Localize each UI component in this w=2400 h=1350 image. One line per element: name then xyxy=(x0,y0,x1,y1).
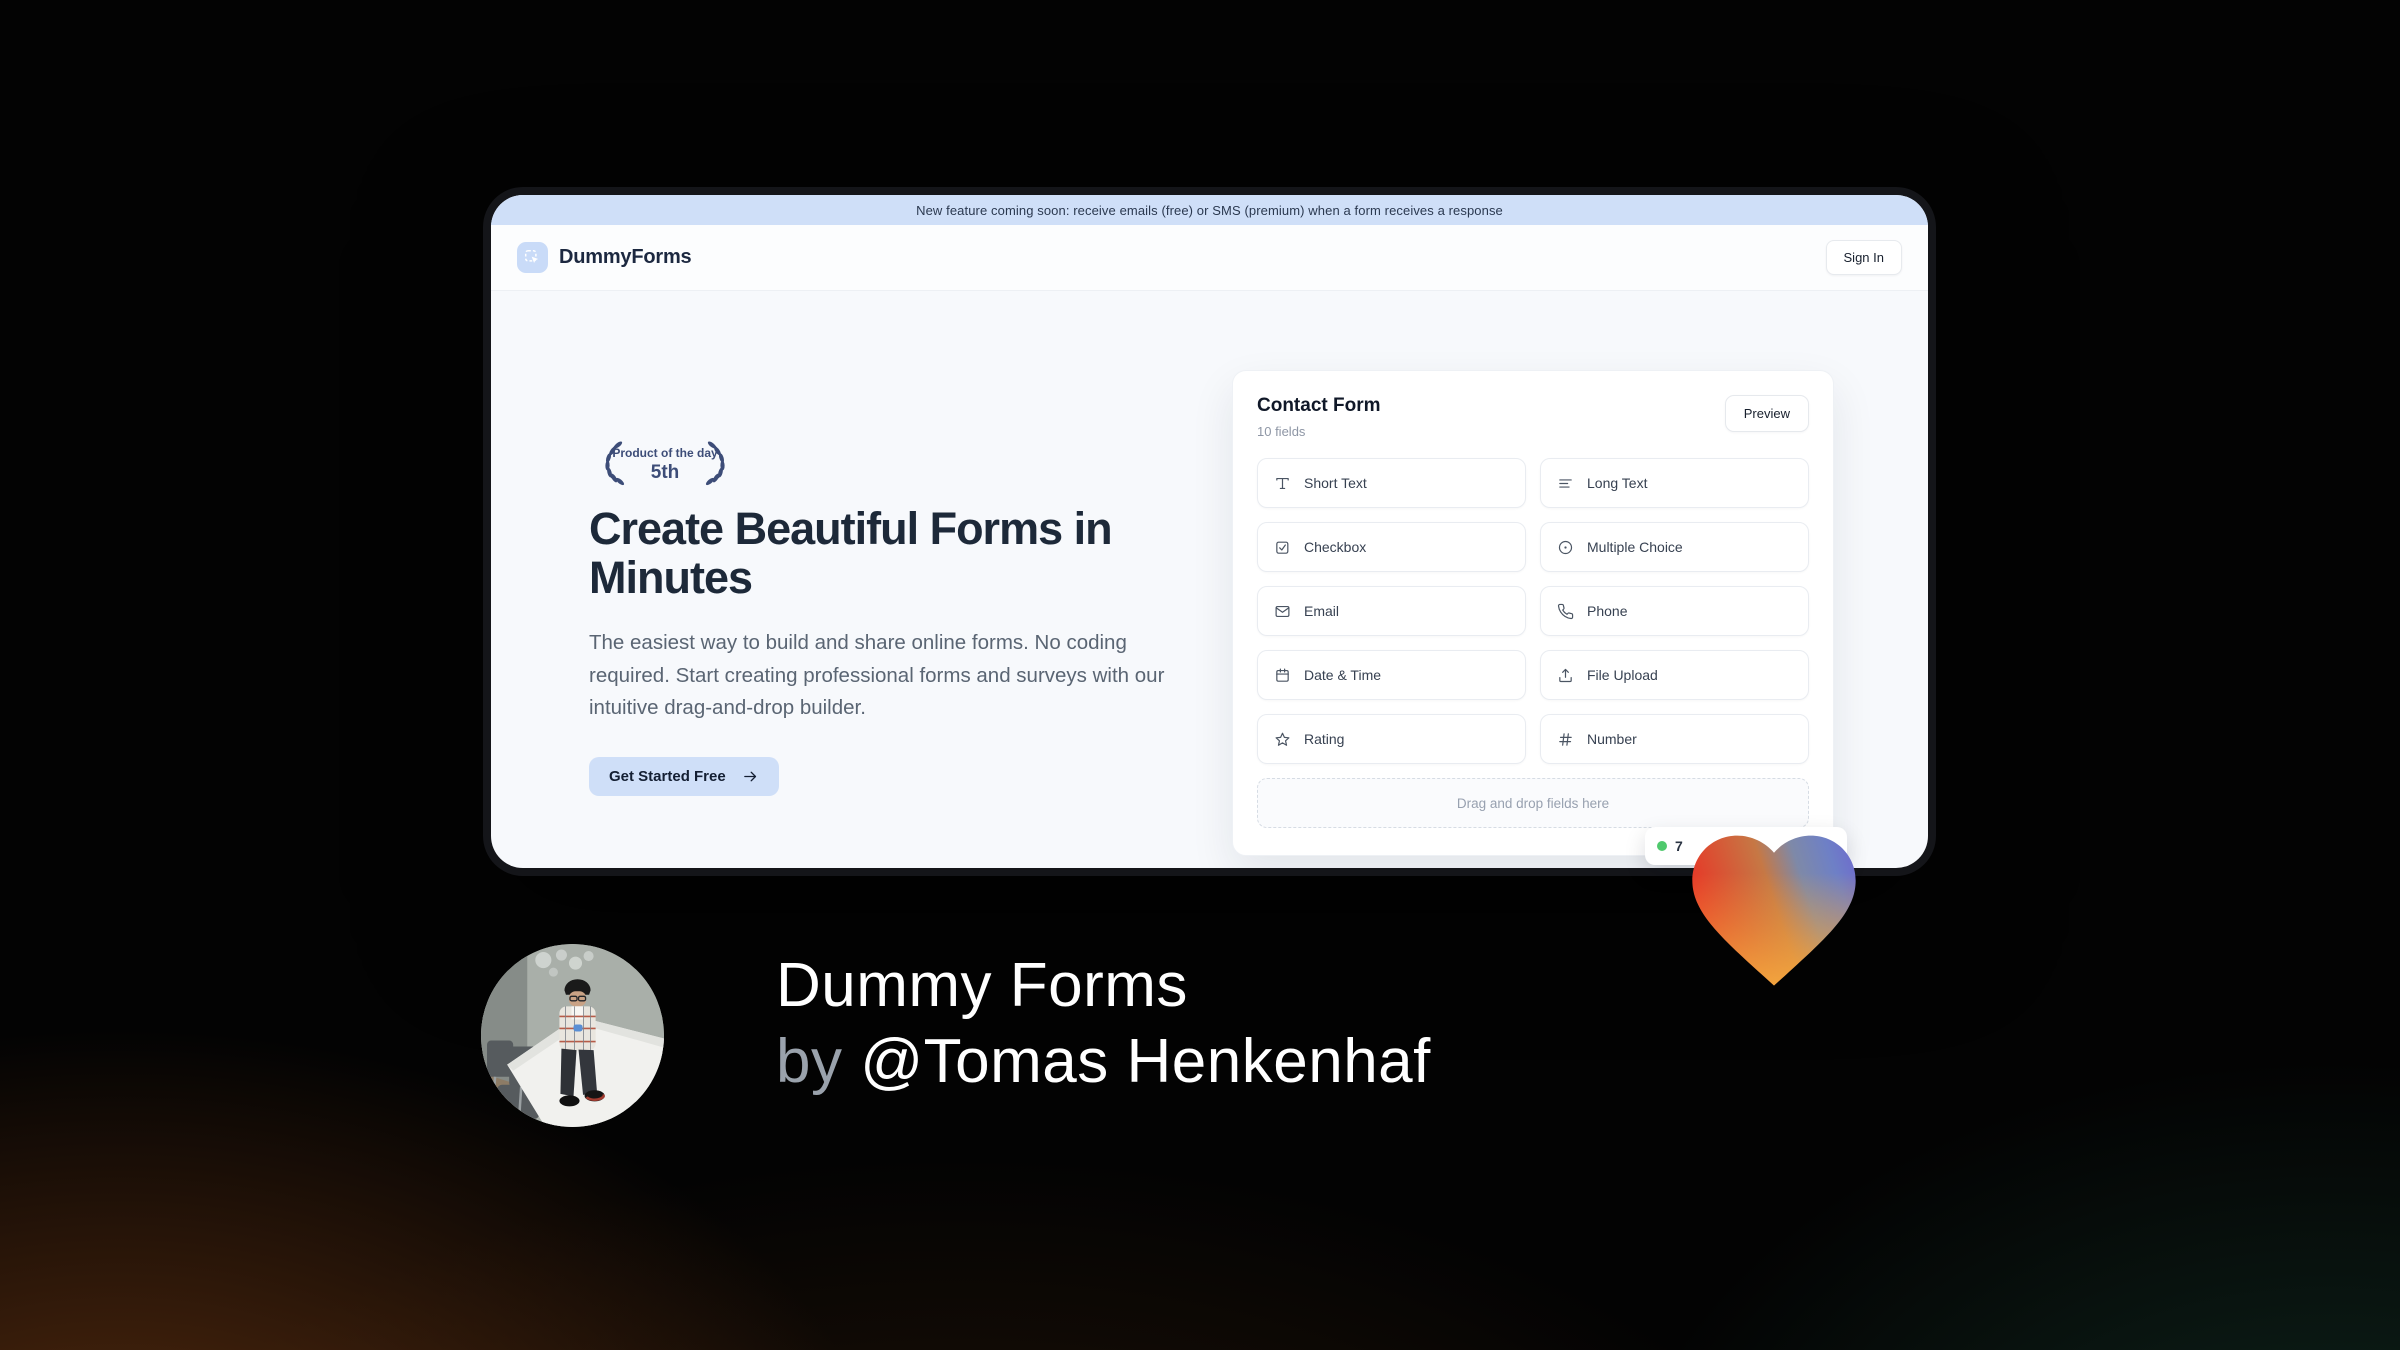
star-icon xyxy=(1275,732,1290,746)
form-title: Contact Form xyxy=(1257,395,1381,416)
landing-page: New feature coming soon: receive emails … xyxy=(491,195,1928,868)
caption-handle: @Tomas Henkenhaf xyxy=(860,1027,1431,1096)
field-type-long-text[interactable]: Long Text xyxy=(1540,458,1809,508)
upload-icon xyxy=(1559,668,1572,682)
preview-button[interactable]: Preview xyxy=(1724,395,1809,432)
announcement-text: New feature coming soon: receive emails … xyxy=(916,202,1503,218)
field-type-short-text[interactable]: Short Text xyxy=(1257,458,1526,508)
brand-name: DummyForms xyxy=(559,246,692,268)
type-icon xyxy=(1276,477,1289,489)
browser-window: New feature coming soon: receive emails … xyxy=(483,187,1936,876)
align-left-icon xyxy=(1559,478,1572,488)
heart-logo-icon xyxy=(1692,835,1856,986)
hero-section: Product of the day 5th Create Beautiful … xyxy=(589,433,1189,797)
site-header: DummyForms Sign In xyxy=(491,225,1928,291)
dummyforms-logo-icon[interactable] xyxy=(517,242,548,273)
hero-heading: Create Beautiful Forms in Minutes xyxy=(589,503,1113,603)
form-builder-card: Contact Form 10 fields Preview Short Tex… xyxy=(1232,370,1834,856)
calendar-icon xyxy=(1276,668,1289,682)
sign-in-button[interactable]: Sign In xyxy=(1825,240,1902,275)
phone-icon xyxy=(1557,603,1574,619)
author-avatar xyxy=(481,944,664,1127)
dropzone-text: Drag and drop fields here xyxy=(1456,795,1610,811)
announcement-banner: New feature coming soon: receive emails … xyxy=(491,195,1928,225)
field-type-email[interactable]: Email xyxy=(1257,586,1526,636)
badge-title: Product of the day xyxy=(612,446,718,460)
form-field-count: 10 fields xyxy=(1257,424,1306,439)
get-started-label: Get Started Free xyxy=(609,768,726,786)
hero-description: The easiest way to build and share onlin… xyxy=(589,631,1165,719)
field-type-multiple-choice[interactable]: Multiple Choice xyxy=(1540,522,1809,572)
field-type-number[interactable]: Number xyxy=(1540,714,1809,764)
caption-by: by xyxy=(776,1027,843,1096)
field-type-grid: Short Text Long Text Checkbox Multiple C… xyxy=(1257,458,1809,764)
caption: Dummy Forms by @Tomas Henkenhaf xyxy=(776,948,1431,1100)
online-dot-icon xyxy=(1657,841,1667,851)
field-type-rating[interactable]: Rating xyxy=(1257,714,1526,764)
hash-icon xyxy=(1559,732,1572,746)
arrow-right-icon xyxy=(743,771,756,782)
radio-icon xyxy=(1558,540,1573,554)
mail-icon xyxy=(1275,605,1290,617)
get-started-button[interactable]: Get Started Free xyxy=(589,757,779,797)
field-type-phone[interactable]: Phone xyxy=(1540,586,1809,636)
badge-rank: 5th xyxy=(651,462,680,483)
product-of-the-day-badge: Product of the day 5th xyxy=(605,439,726,488)
field-type-checkbox[interactable]: Checkbox xyxy=(1257,522,1526,572)
checkbox-icon xyxy=(1276,541,1289,554)
caption-title: Dummy Forms xyxy=(776,951,1188,1020)
field-type-date-time[interactable]: Date & Time xyxy=(1257,650,1526,700)
field-type-file-upload[interactable]: File Upload xyxy=(1540,650,1809,700)
